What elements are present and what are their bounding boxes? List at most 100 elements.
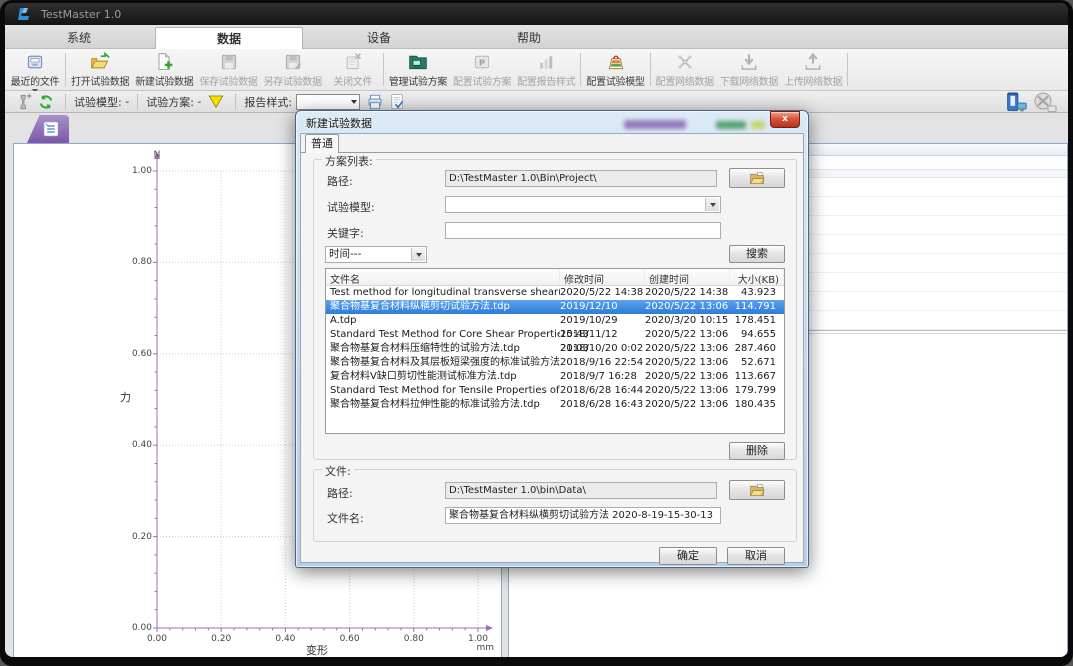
test-model-bag-icon — [606, 52, 626, 72]
file-row[interactable]: 聚合物基复合材料压缩特性的试验方法.tdp2018/10/20 0:022020… — [326, 342, 784, 356]
关闭文件-button: 关闭文件 — [325, 50, 381, 89]
file-cell: 2018/9/7 16:28 — [560, 370, 645, 384]
close-file-icon — [343, 52, 363, 72]
配置报告样式-button: 配置报告样式 — [514, 50, 578, 89]
ribbon-button-label: 配置网络数据 — [656, 73, 714, 88]
file-row[interactable]: Standard Test Method for Core Shear Prop… — [326, 328, 784, 342]
download-icon — [739, 52, 759, 72]
report-style-select[interactable] — [296, 94, 360, 110]
menu-tab-4[interactable]: 帮助 — [455, 27, 603, 49]
time-filter-select[interactable]: 时间--- — [325, 246, 427, 263]
delete-button[interactable]: 删除 — [729, 442, 785, 460]
file-name-input[interactable]: 聚合物基复合材料纵横剪切试验方法 2020-8-19-15-30-13 — [445, 507, 721, 524]
printer-icon[interactable] — [366, 93, 384, 111]
cancel-button[interactable]: 取消 — [727, 547, 785, 565]
ribbon-button-label: 管理试验方案 — [389, 73, 447, 88]
chevron-down-icon — [705, 198, 719, 211]
file-cell: 聚合物基复合材料压缩特性的试验方法.tdp — [326, 342, 560, 356]
application-window: TestMaster 1.0 系统数据设备帮助 最近的文件打开试验数据新建试验数… — [0, 0, 1073, 666]
plan-model-select[interactable] — [445, 196, 721, 213]
file-row[interactable]: 复合材料V缺口剪切性能测试标准方法.tdp2018/9/7 16:282020/… — [326, 370, 784, 384]
test-machine-icon — [1004, 92, 1028, 112]
tab-general[interactable]: 普通 — [305, 134, 339, 153]
新建试验数据-button[interactable]: 新建试验数据 — [132, 50, 196, 89]
menu-tab-2[interactable]: 数据 — [155, 27, 303, 49]
ribbon-group: 配置网络数据下载网络数据上传网络数据 — [653, 50, 846, 89]
plan-list-group-label: 方案列表: — [322, 153, 376, 169]
最近的文件-button[interactable]: 最近的文件 — [7, 50, 63, 89]
keyword-input[interactable] — [445, 222, 721, 239]
open-folder-icon — [90, 52, 110, 72]
ribbon-button-label: 配置试验方案 — [453, 73, 511, 88]
glass-reflection — [624, 120, 686, 129]
toolbar-separator — [235, 94, 236, 110]
plan-path-label: 路径: — [327, 173, 353, 189]
file-list-column-header[interactable]: 大小(KB) — [730, 269, 784, 285]
x-tick-label: 0.20 — [206, 634, 236, 644]
打开试验数据-button[interactable]: 打开试验数据 — [68, 50, 132, 89]
search-button[interactable]: 搜索 — [729, 245, 785, 263]
ribbon-separator — [650, 53, 651, 86]
file-cell: 2020/5/22 13:06 — [645, 342, 730, 356]
file-cell: 287.460 — [730, 342, 784, 356]
file-list-column-header[interactable]: 修改时间 — [560, 269, 645, 285]
network-config-icon — [675, 52, 695, 72]
menu-tab-3[interactable]: 设备 — [305, 27, 453, 49]
file-row[interactable]: 聚合物基复合材料及其层板短梁强度的标准试验方法.tdp2018/9/16 22:… — [326, 356, 784, 370]
file-cell: 2020/3/20 10:15 — [645, 314, 730, 328]
ribbon-separator — [383, 53, 384, 86]
plan-file-list[interactable]: 文件名修改时间创建时间大小(KB) Test method for longit… — [325, 268, 785, 434]
specimen-add-icon[interactable] — [15, 93, 33, 111]
plan-model-label: 试验模型: — [327, 199, 375, 215]
file-cell: 2019/12/10 14:23 — [560, 300, 645, 314]
file-list-column-header[interactable]: 文件名 — [326, 269, 560, 285]
ribbon-button-label: 保存试验数据 — [199, 73, 257, 88]
window-inner: TestMaster 1.0 系统数据设备帮助 最近的文件打开试验数据新建试验数… — [5, 3, 1068, 657]
file-cell: 2020/5/22 13:06 — [645, 328, 730, 342]
y-tick-label: 0.40 — [122, 440, 152, 450]
file-cell: 复合材料V缺口剪切性能测试标准方法.tdp — [326, 370, 560, 384]
file-cell: Standard Test Method for Core Shear Prop… — [326, 328, 560, 342]
file-row[interactable]: Standard Test Method for Tensile Propert… — [326, 384, 784, 398]
manage-plan-folder-icon — [408, 52, 428, 72]
file-group-label: 文件: — [322, 463, 354, 479]
close-button[interactable]: x — [770, 111, 800, 128]
配置试验模型-button[interactable]: 配置试验模型 — [583, 50, 647, 89]
file-cell: 179.799 — [730, 384, 784, 398]
file-row[interactable]: A.tdp2019/10/29 15:432020/3/20 10:15178.… — [326, 314, 784, 328]
yellow-warning-triangle-icon — [207, 93, 225, 111]
file-cell: 聚合物基复合材料拉伸性能的标准试验方法.tdp — [326, 398, 560, 412]
recent-files-icon — [25, 52, 45, 72]
file-browse-button[interactable] — [729, 480, 785, 500]
document-tab[interactable] — [27, 115, 69, 143]
report-check-icon[interactable] — [388, 93, 406, 111]
svg-text:P: P — [479, 57, 485, 67]
file-path-field[interactable]: D:\TestMaster 1.0\bin\Data\ — [445, 482, 717, 499]
file-row-selected[interactable]: 聚合物基复合材料纵横剪切试验方法.tdp2019/12/10 14:232020… — [326, 300, 784, 314]
ok-button[interactable]: 确定 — [659, 547, 717, 565]
x-axis-title: 变形 — [287, 642, 347, 657]
refresh-icon[interactable] — [37, 93, 55, 111]
file-cell: 聚合物基复合材料及其层板短梁强度的标准试验方法.tdp — [326, 356, 560, 370]
menu-tab-1[interactable]: 系统 — [5, 27, 153, 49]
file-cell: 2018/9/16 22:54 — [560, 356, 645, 370]
test-model-label: 试验模型: — [74, 94, 122, 110]
ribbon-button-label: 打开试验数据 — [71, 73, 129, 88]
file-row[interactable]: Test method for longitudinal transverse … — [326, 286, 784, 300]
test-plan-value: - — [197, 95, 201, 108]
file-row[interactable]: 聚合物基复合材料拉伸性能的标准试验方法.tdp2018/6/28 16:4320… — [326, 398, 784, 412]
ribbon-group: 打开试验数据新建试验数据保存试验数据另存试验数据关闭文件 — [68, 50, 381, 89]
plan-browse-button[interactable] — [729, 168, 785, 188]
管理试验方案-button[interactable]: 管理试验方案 — [386, 50, 450, 89]
plan-path-field[interactable]: D:\TestMaster 1.0\Bin\Project\ — [445, 170, 717, 187]
ribbon-separator — [847, 53, 848, 86]
x-tick-label: 0.80 — [399, 634, 429, 644]
y-axis-unit: N — [142, 150, 172, 160]
file-cell: 2019/10/29 15:43 — [560, 314, 645, 328]
new-test-data-dialog: 新建试验数据 x 普通 方案列表: 路径: D:\TestMaster 1.0\… — [295, 110, 809, 568]
file-cell: 2018/6/28 16:43 — [560, 398, 645, 412]
toolbar-separator — [137, 94, 138, 110]
ribbon-separator — [580, 53, 581, 86]
file-list-header[interactable]: 文件名修改时间创建时间大小(KB) — [326, 269, 784, 286]
file-list-column-header[interactable]: 创建时间 — [645, 269, 730, 285]
